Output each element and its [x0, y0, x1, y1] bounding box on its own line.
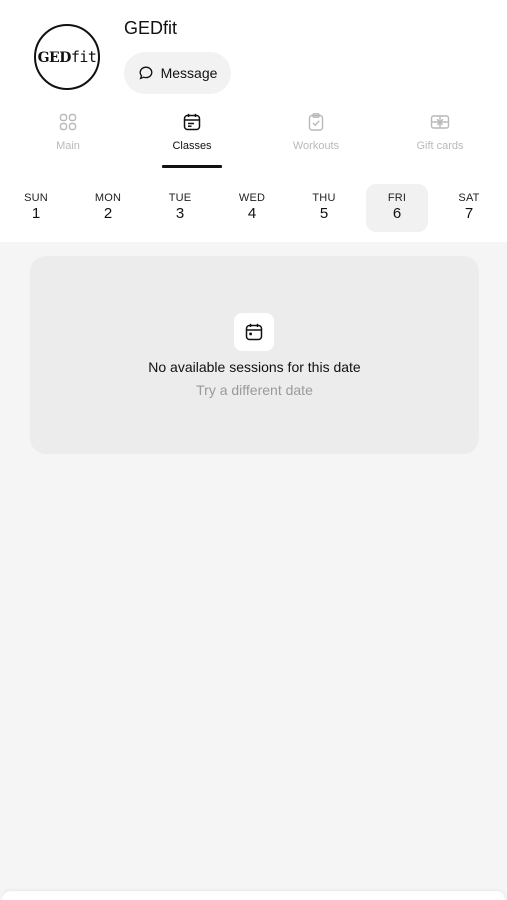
tab-workouts-label: Workouts — [292, 140, 340, 152]
clipboard-check-icon — [306, 112, 326, 132]
day-name: WED — [238, 192, 266, 204]
day-sat[interactable]: SAT 7 — [438, 184, 500, 232]
day-name: FRI — [387, 192, 407, 204]
brand-name: GEDfit — [124, 18, 178, 38]
day-name: TUE — [168, 192, 192, 204]
empty-state-subtitle: Try a different date — [196, 382, 313, 398]
day-number: 5 — [319, 205, 329, 222]
day-number: 1 — [31, 205, 41, 222]
tab-gift-cards-label: Gift cards — [416, 140, 464, 152]
day-name: MON — [94, 192, 122, 204]
calendar-icon — [182, 112, 202, 132]
day-sun[interactable]: SUN 1 — [5, 184, 67, 232]
day-number: 6 — [392, 205, 402, 222]
tab-main[interactable]: Main — [23, 112, 113, 152]
tab-classes-label: Classes — [172, 140, 212, 152]
day-tue[interactable]: TUE 3 — [149, 184, 211, 232]
day-fri[interactable]: FRI 6 — [366, 184, 428, 232]
day-number: 7 — [464, 205, 474, 222]
day-name: SAT — [458, 192, 480, 204]
calendar-icon — [234, 313, 274, 351]
chat-bubble-icon — [138, 65, 154, 81]
gym-logo: GED fit — [34, 24, 100, 90]
profile-header: GED fit GEDfit Message Main Classes Work… — [0, 0, 507, 242]
tab-workouts[interactable]: Workouts — [271, 112, 361, 152]
day-name: SUN — [24, 192, 48, 204]
grid-icon — [58, 112, 78, 132]
message-button[interactable]: Message — [124, 52, 231, 94]
section-tabs: Main Classes Workouts Gift cards — [0, 112, 507, 170]
message-button-label: Message — [160, 65, 218, 81]
day-number: 3 — [175, 205, 185, 222]
empty-state-title: No available sessions for this date — [148, 359, 361, 375]
empty-sessions-card: No available sessions for this date Try … — [30, 256, 479, 454]
day-mon[interactable]: MON 2 — [77, 184, 139, 232]
day-name: THU — [312, 192, 336, 204]
day-number: 2 — [103, 205, 113, 222]
day-thu[interactable]: THU 5 — [293, 184, 355, 232]
tab-gift-cards[interactable]: Gift cards — [395, 112, 485, 152]
day-number: 4 — [247, 205, 257, 222]
active-tab-indicator — [162, 165, 222, 168]
logo-text-bold: GED — [37, 50, 72, 66]
day-wed[interactable]: WED 4 — [221, 184, 283, 232]
week-day-picker: SUN 1 MON 2 TUE 3 WED 4 THU 5 FRI 6 SAT … — [0, 184, 507, 232]
tab-main-label: Main — [56, 140, 80, 152]
gift-card-icon — [430, 112, 450, 132]
bottom-sheet[interactable] — [2, 891, 505, 900]
tab-classes[interactable]: Classes — [147, 112, 237, 152]
logo-text-light: fit — [70, 48, 97, 66]
